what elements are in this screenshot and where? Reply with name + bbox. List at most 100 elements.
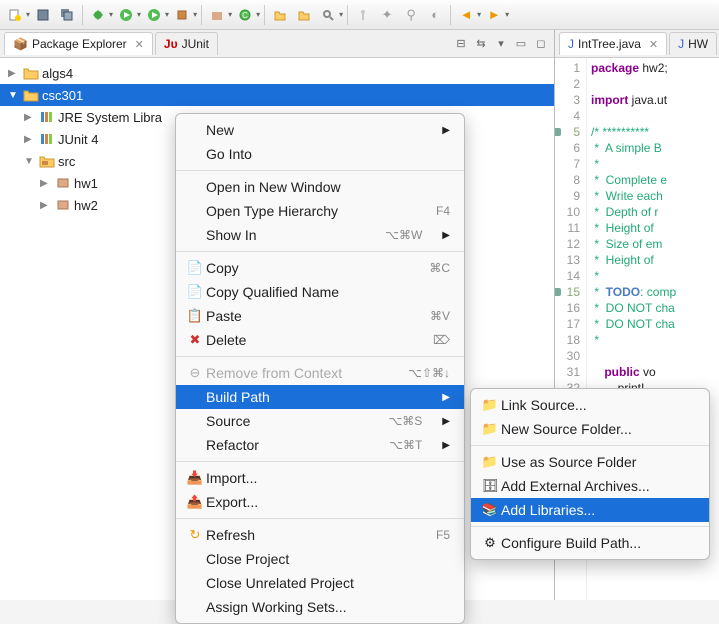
tab-label: IntTree.java <box>578 37 641 51</box>
submenu-link-source[interactable]: 📁Link Source... <box>471 393 709 417</box>
tree-label: hw2 <box>74 198 98 213</box>
close-icon[interactable]: ✕ <box>135 38 144 51</box>
submenu-configure[interactable]: ⚙Configure Build Path... <box>471 531 709 555</box>
expand-icon[interactable]: ▶ <box>8 68 22 79</box>
tree-label: src <box>58 154 75 169</box>
external-tools-button[interactable] <box>171 4 193 26</box>
expand-icon[interactable]: ▶ <box>40 178 54 189</box>
back-button[interactable]: ◄ <box>455 4 477 26</box>
editor-tabs: J IntTree.java ✕ J HW <box>555 30 719 58</box>
menu-export[interactable]: 📤Export... <box>176 490 464 514</box>
submenu-new-source-folder[interactable]: 📁New Source Folder... <box>471 417 709 441</box>
minimize-icon[interactable]: ▭ <box>512 35 530 53</box>
menu-source[interactable]: Source⌥⌘S▶ <box>176 409 464 433</box>
source-folder-icon <box>38 154 56 168</box>
archive-icon: 🗄 <box>479 478 501 494</box>
link-source-icon: 📁 <box>479 397 501 413</box>
dropdown-icon[interactable]: ▾ <box>193 10 197 19</box>
run-button[interactable] <box>115 4 137 26</box>
menu-paste[interactable]: 📋Paste⌘V <box>176 304 464 328</box>
java-icon: J <box>678 37 684 51</box>
collapse-icon[interactable]: ▼ <box>8 90 22 101</box>
close-icon[interactable]: ✕ <box>649 38 658 51</box>
forward-button[interactable]: ► <box>483 4 505 26</box>
dropdown-icon[interactable]: ▾ <box>165 10 169 19</box>
link-editor-icon[interactable]: ⇆ <box>472 35 490 53</box>
maximize-icon[interactable]: ◻ <box>532 35 550 53</box>
tab-label: HW <box>688 37 708 51</box>
open-folder-button[interactable] <box>269 4 291 26</box>
main-toolbar: ▾ ▾ ▾ ▾ ▾ ▾ C▾ ▾ ✦ ⚲ ◐ ◄▾ ►▾ <box>0 0 719 30</box>
open-type-button[interactable] <box>293 4 315 26</box>
expand-icon[interactable]: ▶ <box>24 134 38 145</box>
collapse-all-icon[interactable]: ⊟ <box>452 35 470 53</box>
chevron-right-icon: ▶ <box>442 125 450 136</box>
editor-tab-hw[interactable]: J HW <box>669 32 717 55</box>
menu-copy[interactable]: 📄Copy⌘C <box>176 256 464 280</box>
tab-label: Package Explorer <box>32 37 127 51</box>
expand-icon[interactable]: ▶ <box>24 112 38 123</box>
view-tabs: 📦 Package Explorer ✕ Jᴜ JUnit ⊟ ⇆ ▾ ▭ ◻ <box>0 30 554 58</box>
dropdown-icon[interactable]: ▾ <box>26 10 30 19</box>
expand-icon[interactable]: ▶ <box>40 200 54 211</box>
menu-go-into[interactable]: Go Into <box>176 142 464 166</box>
dropdown-icon[interactable]: ▾ <box>109 10 113 19</box>
editor-tab-inttree[interactable]: J IntTree.java ✕ <box>559 32 667 55</box>
menu-open-new-window[interactable]: Open in New Window <box>176 175 464 199</box>
debug-button[interactable] <box>87 4 109 26</box>
tree-label: JRE System Libra <box>58 110 162 125</box>
view-menu-icon[interactable]: ▾ <box>492 35 510 53</box>
menu-copy-qualified[interactable]: 📄Copy Qualified Name <box>176 280 464 304</box>
save-all-button[interactable] <box>56 4 78 26</box>
chevron-right-icon: ▶ <box>442 416 450 427</box>
dropdown-icon[interactable]: ▾ <box>339 10 343 19</box>
dropdown-icon[interactable]: ▾ <box>505 10 509 19</box>
menu-assign-working-sets[interactable]: Assign Working Sets... <box>176 595 464 619</box>
new-class-button[interactable]: C <box>234 4 256 26</box>
new-button[interactable] <box>4 4 26 26</box>
menu-close-unrelated[interactable]: Close Unrelated Project <box>176 571 464 595</box>
menu-close-project[interactable]: Close Project <box>176 547 464 571</box>
menu-open-type-hierarchy[interactable]: Open Type HierarchyF4 <box>176 199 464 223</box>
menu-build-path[interactable]: Build Path▶ <box>176 385 464 409</box>
menu-import[interactable]: 📥Import... <box>176 466 464 490</box>
tree-label: JUnit 4 <box>58 132 98 147</box>
copy-icon: 📄 <box>184 260 206 276</box>
link-button[interactable]: ⚲ <box>400 4 422 26</box>
new-folder-icon: 📁 <box>479 421 501 437</box>
tree-label: algs4 <box>42 66 73 81</box>
save-button[interactable] <box>32 4 54 26</box>
dropdown-icon[interactable]: ▾ <box>137 10 141 19</box>
copy-icon: 📄 <box>184 284 206 300</box>
tab-package-explorer[interactable]: 📦 Package Explorer ✕ <box>4 32 153 55</box>
dropdown-icon[interactable]: ▾ <box>228 10 232 19</box>
java-icon: J <box>568 37 574 51</box>
search-button[interactable] <box>317 4 339 26</box>
source-folder-icon: 📁 <box>479 454 501 470</box>
tab-junit[interactable]: Jᴜ JUnit <box>155 32 218 55</box>
library-icon <box>38 132 56 146</box>
dropdown-icon[interactable]: ▾ <box>477 10 481 19</box>
submenu-add-external[interactable]: 🗄Add External Archives... <box>471 474 709 498</box>
tab-label: JUnit <box>182 37 209 51</box>
library-icon <box>38 110 56 124</box>
menu-show-in[interactable]: Show In⌥⌘W▶ <box>176 223 464 247</box>
menu-new[interactable]: New▶ <box>176 118 464 142</box>
collapse-icon[interactable]: ▼ <box>24 156 38 167</box>
dropdown-icon[interactable]: ▾ <box>256 10 260 19</box>
wand-button[interactable]: ✦ <box>376 4 398 26</box>
tree-item-algs4[interactable]: ▶ algs4 <box>0 62 554 84</box>
menu-delete[interactable]: ✖Delete⌦ <box>176 328 464 352</box>
configure-icon: ⚙ <box>479 535 501 551</box>
export-icon: 📤 <box>184 494 206 510</box>
coverage-button[interactable] <box>143 4 165 26</box>
submenu-use-as-source[interactable]: 📁Use as Source Folder <box>471 450 709 474</box>
menu-refactor[interactable]: Refactor⌥⌘T▶ <box>176 433 464 457</box>
new-package-button[interactable] <box>206 4 228 26</box>
config-button[interactable]: ◐ <box>424 4 446 26</box>
tree-item-csc301[interactable]: ▼ csc301 <box>0 84 554 106</box>
chevron-right-icon: ▶ <box>442 230 450 241</box>
pin-button[interactable] <box>352 4 374 26</box>
submenu-add-libraries[interactable]: 📚Add Libraries... <box>471 498 709 522</box>
menu-refresh[interactable]: ↻RefreshF5 <box>176 523 464 547</box>
